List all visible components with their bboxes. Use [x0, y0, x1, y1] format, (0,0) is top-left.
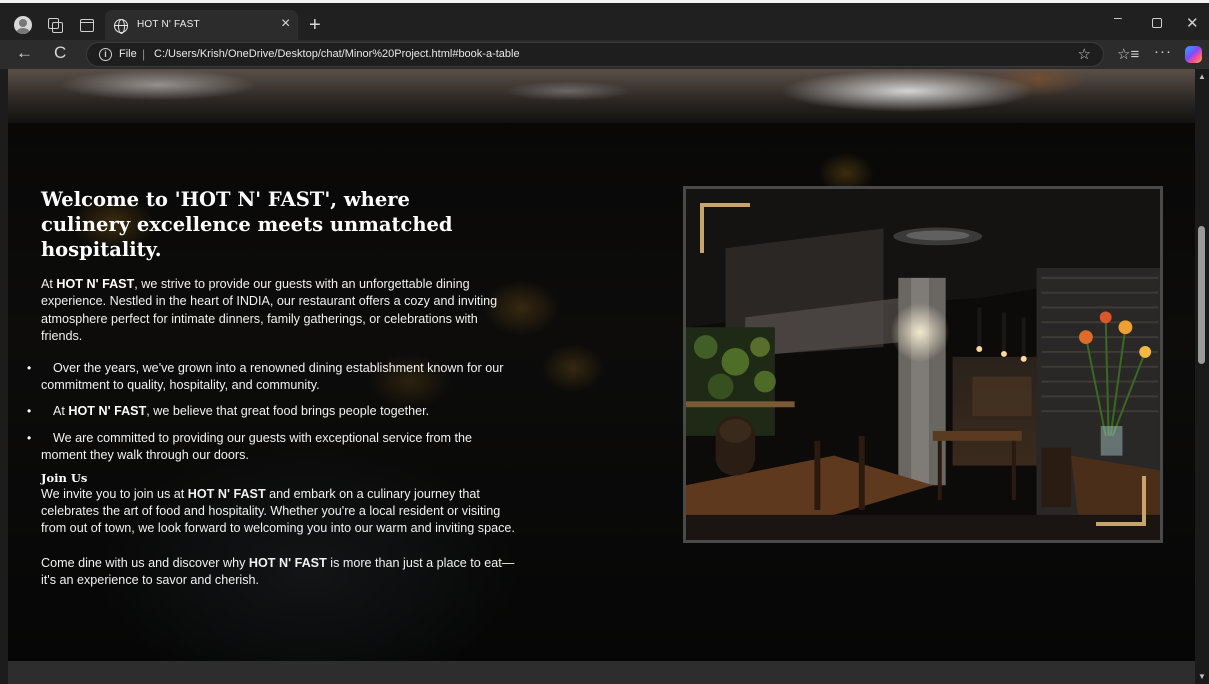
browser-tab[interactable]: HOT N' FAST ×	[105, 10, 298, 43]
restaurant-photo	[683, 186, 1163, 543]
browser-toolbar: ← C i File | C:/Users/Krish/OneDrive/Des…	[0, 40, 1209, 69]
list-item: Over the years, we've grown into a renow…	[27, 360, 516, 395]
back-icon[interactable]: ←	[16, 43, 33, 63]
profile-icon[interactable]	[14, 16, 32, 34]
join-us-paragraph: We invite you to join us at HOT N' FAST …	[41, 486, 516, 538]
favorite-star-icon[interactable]: ☆	[1078, 45, 1091, 63]
globe-icon	[114, 19, 128, 34]
browser-titlebar: HOT N' FAST × + – ✕	[0, 0, 1209, 43]
reload-icon[interactable]: C	[54, 43, 66, 63]
more-icon[interactable]: ···	[1154, 43, 1172, 60]
list-item-text: At	[53, 404, 69, 419]
address-bar[interactable]: i File | C:/Users/Krish/OneDrive/Desktop…	[86, 42, 1104, 67]
brand-name: HOT N' FAST	[248, 555, 327, 570]
info-icon[interactable]: i	[99, 48, 112, 61]
file-label: File	[119, 48, 137, 60]
scroll-down-icon[interactable]: ▼	[1198, 672, 1206, 681]
close-icon[interactable]: ✕	[1186, 14, 1199, 32]
list-item-text: We are committed to providing our guests…	[41, 430, 473, 463]
url-text[interactable]: C:/Users/Krish/OneDrive/Desktop/chat/Min…	[154, 48, 520, 60]
intro-text-start: At	[41, 277, 57, 291]
address-separator: |	[142, 47, 146, 61]
list-item: We are committed to providing our guests…	[27, 430, 516, 465]
page-viewport: Welcome to 'HOT N' FAST', where culinery…	[8, 69, 1195, 684]
new-tab-button[interactable]: +	[309, 15, 321, 35]
closing-text-start: Come dine with us and discover why	[41, 555, 249, 570]
next-section-strip	[8, 661, 1195, 684]
list-item-text: Over the years, we've grown into a renow…	[41, 360, 504, 393]
tab-actions-icon[interactable]	[80, 19, 94, 32]
maximize-icon[interactable]	[1152, 18, 1162, 28]
scroll-up-icon[interactable]: ▲	[1198, 72, 1206, 81]
copilot-icon[interactable]	[1185, 46, 1202, 63]
highlights-list: Over the years, we've grown into a renow…	[27, 360, 516, 465]
restaurant-interior-image	[686, 189, 1160, 540]
workspaces-icon[interactable]	[46, 16, 64, 34]
intro-paragraph: At HOT N' FAST, we strive to provide our…	[41, 276, 516, 346]
join-text-start: We invite you to join us at	[41, 486, 188, 501]
about-section: Welcome to 'HOT N' FAST', where culinery…	[8, 123, 1195, 661]
about-content: Welcome to 'HOT N' FAST', where culinery…	[27, 187, 516, 590]
tab-title: HOT N' FAST	[137, 19, 200, 30]
tab-close-button[interactable]: ×	[281, 16, 290, 32]
brand-name: HOT N' FAST	[68, 404, 147, 419]
brand-name: HOT N' FAST	[56, 277, 135, 291]
list-item: At HOT N' FAST, we believe that great fo…	[27, 403, 516, 421]
hero-image	[8, 69, 1195, 123]
scrollbar-thumb[interactable]	[1198, 226, 1205, 364]
about-heading: Welcome to 'HOT N' FAST', where culinery…	[41, 188, 453, 261]
photo-corner-accent	[700, 203, 750, 253]
minimize-icon[interactable]: –	[1114, 9, 1122, 25]
brand-name: HOT N' FAST	[187, 486, 266, 501]
join-us-title: Join Us	[41, 470, 88, 485]
favorites-icon[interactable]: ☆≡	[1117, 45, 1139, 63]
closing-paragraph: Come dine with us and discover why HOT N…	[41, 555, 516, 590]
list-item-text: , we believe that great food brings peop…	[146, 404, 430, 419]
photo-corner-accent	[1096, 476, 1146, 526]
page-scrollbar[interactable]: ▲ ▼	[1195, 69, 1209, 684]
